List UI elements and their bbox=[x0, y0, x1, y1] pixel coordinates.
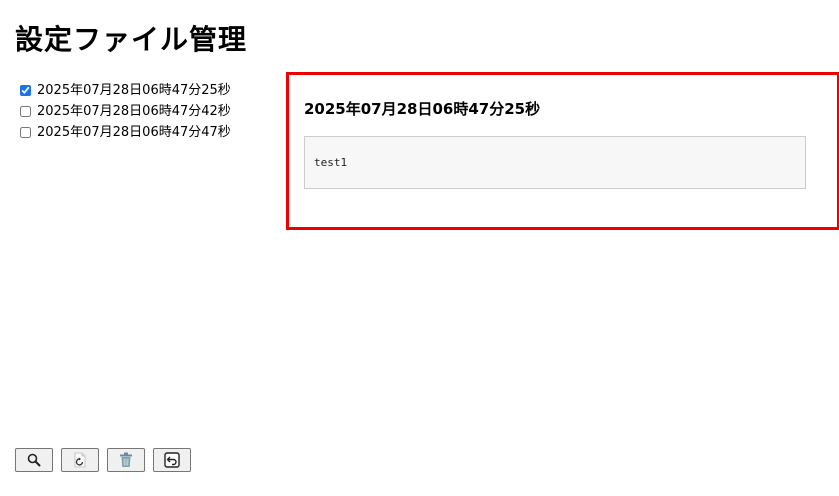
file-item[interactable]: 2025年07月28日06時47分47秒 bbox=[18, 122, 231, 143]
preview-content: test1 bbox=[304, 136, 806, 189]
page-title: 設定ファイル管理 bbox=[15, 23, 248, 56]
undo-icon bbox=[164, 452, 180, 468]
preview-panel: 2025年07月28日06時47分25秒 test1 bbox=[286, 72, 839, 230]
undo-button[interactable] bbox=[153, 448, 191, 472]
file-checkbox[interactable] bbox=[20, 85, 31, 96]
preview-title: 2025年07月28日06時47分25秒 bbox=[304, 100, 541, 118]
file-label: 2025年07月28日06時47分42秒 bbox=[37, 104, 231, 119]
trash-icon bbox=[119, 452, 133, 468]
file-label: 2025年07月28日06時47分25秒 bbox=[37, 83, 231, 98]
delete-button[interactable] bbox=[107, 448, 145, 472]
search-icon bbox=[27, 453, 41, 467]
toolbar bbox=[15, 448, 191, 472]
search-button[interactable] bbox=[15, 448, 53, 472]
file-checkbox[interactable] bbox=[20, 127, 31, 138]
restore-button[interactable] bbox=[61, 448, 99, 472]
file-item[interactable]: 2025年07月28日06時47分25秒 bbox=[18, 80, 231, 101]
file-label: 2025年07月28日06時47分47秒 bbox=[37, 125, 231, 140]
file-list: 2025年07月28日06時47分25秒 2025年07月28日06時47分42… bbox=[18, 80, 231, 143]
file-checkbox[interactable] bbox=[20, 106, 31, 117]
restore-file-icon bbox=[73, 452, 87, 468]
file-item[interactable]: 2025年07月28日06時47分42秒 bbox=[18, 101, 231, 122]
